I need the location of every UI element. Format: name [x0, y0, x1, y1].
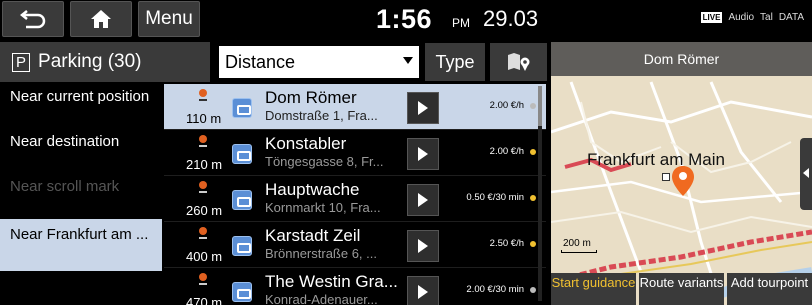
parking-garage-icon	[232, 190, 252, 210]
list-item[interactable]: 400 m Karstadt Zeil Brönnerstraße 6, ...…	[164, 222, 546, 268]
map-action-buttons: Start guidance Route variants Add tourpo…	[551, 273, 812, 305]
poi-name: The Westin Gra...	[265, 272, 398, 291]
data-icon: DATA	[778, 12, 804, 23]
parking-garage-icon	[232, 98, 252, 118]
map-pin-filter-icon	[507, 53, 529, 71]
play-arrow-button[interactable]	[407, 184, 439, 216]
back-icon	[20, 10, 46, 29]
distance-pin-icon	[199, 89, 207, 101]
sidebar-item-near-current-position[interactable]: Near current position	[0, 84, 162, 128]
parking-garage-icon	[232, 236, 252, 256]
live-icon: LIVE	[700, 12, 723, 23]
status-bar: Menu 1:56 PM 29.03 LIVE Audio Tal DATA	[0, 0, 812, 38]
price-label: 2.00 €/h	[489, 146, 524, 157]
price-label: 2.00 €/30 min	[466, 284, 524, 295]
availability-dot-icon	[530, 241, 536, 247]
distance-label: 260 m	[186, 203, 223, 218]
distance-pin-icon	[199, 227, 207, 239]
sidebar-item-near-destination[interactable]: Near destination	[0, 129, 162, 173]
poi-address: Brönnerstraße 6, ...	[265, 246, 377, 261]
home-button[interactable]	[70, 1, 132, 37]
clock-ampm: PM	[452, 16, 470, 30]
date: 29.03	[483, 6, 539, 31]
map-pin-icon	[672, 166, 694, 196]
dropdown-arrow-icon	[403, 57, 413, 64]
parking-result-list: 110 m Dom Römer Domstraße 1, Fra... 2.00…	[164, 84, 546, 305]
type-button[interactable]: Type	[425, 43, 485, 81]
sort-value: Distance	[225, 51, 296, 72]
play-arrow-button[interactable]	[407, 138, 439, 170]
price-label: 2.00 €/h	[489, 100, 524, 111]
map-scale-bar	[561, 250, 597, 253]
distance-label: 210 m	[186, 157, 223, 172]
play-arrow-button[interactable]	[407, 230, 439, 262]
start-guidance-button[interactable]: Start guidance	[551, 273, 636, 305]
availability-dot-icon	[530, 103, 536, 109]
poi-name: Konstabler	[265, 134, 347, 153]
home-icon	[91, 10, 111, 28]
city-center-icon	[662, 173, 670, 181]
map-view[interactable]: Dom Römer Frankfurt am Main 200 m	[551, 42, 812, 305]
list-scrollbar-thumb[interactable]	[538, 86, 542, 126]
menu-button[interactable]: Menu	[138, 1, 200, 37]
signal-icon: Tal	[760, 12, 773, 23]
parking-icon: P	[12, 52, 31, 72]
availability-dot-icon	[530, 149, 536, 155]
route-variants-button[interactable]: Route variants	[639, 273, 724, 305]
list-item[interactable]: 470 m The Westin Gra... Konrad-Adenauer.…	[164, 268, 546, 305]
price-label: 2.50 €/h	[489, 238, 524, 249]
list-item[interactable]: 110 m Dom Römer Domstraße 1, Fra... 2.00…	[164, 84, 546, 130]
search-area-sidebar: Near current position Near destination N…	[0, 84, 162, 305]
poi-name: Hauptwache	[265, 180, 360, 199]
audio-icon: Audio	[728, 12, 755, 23]
clock-time: 1:56	[376, 4, 433, 34]
parking-garage-icon	[232, 282, 252, 302]
page-title-label: Parking (30)	[38, 51, 142, 72]
poi-address: Domstraße 1, Fra...	[265, 108, 378, 123]
poi-name: Dom Römer	[265, 88, 357, 107]
poi-address: Töngesgasse 8, Fr...	[265, 154, 384, 169]
distance-label: 470 m	[186, 295, 223, 305]
sidebar-item-near-scroll-mark: Near scroll mark	[10, 178, 120, 195]
back-button[interactable]	[2, 1, 64, 37]
list-item[interactable]: 260 m Hauptwache Kornmarkt 10, Fra... 0.…	[164, 176, 546, 222]
distance-label: 110 m	[186, 111, 222, 126]
status-icons: LIVE Audio Tal DATA	[700, 12, 804, 23]
distance-label: 400 m	[186, 249, 223, 264]
map-filter-button[interactable]	[490, 43, 547, 81]
list-item[interactable]: 210 m Konstabler Töngesgasse 8, Fr... 2.…	[164, 130, 546, 176]
availability-dot-icon	[530, 195, 536, 201]
price-label: 0.50 €/30 min	[466, 192, 524, 203]
poi-address: Kornmarkt 10, Fra...	[265, 200, 381, 215]
map-scale-label: 200 m	[563, 238, 591, 249]
availability-dot-icon	[530, 287, 536, 293]
poi-name: Karstadt Zeil	[265, 226, 361, 245]
distance-pin-icon	[199, 181, 207, 193]
map-side-panel-button[interactable]	[800, 138, 812, 210]
add-tourpoint-button[interactable]: Add tourpoint	[727, 273, 812, 305]
poi-address: Konrad-Adenauer...	[265, 292, 378, 305]
sort-dropdown[interactable]: Distance	[219, 46, 419, 78]
sidebar-item-near-frankfurt[interactable]: Near Frankfurt am ...	[0, 219, 162, 271]
map-poi-title: Dom Römer	[551, 42, 812, 76]
play-arrow-button[interactable]	[407, 92, 439, 124]
play-arrow-button[interactable]	[407, 276, 439, 305]
parking-garage-icon	[232, 144, 252, 164]
page-title: P Parking (30)	[0, 42, 210, 82]
distance-pin-icon	[199, 135, 207, 147]
distance-pin-icon	[199, 273, 207, 285]
map-city-label: Frankfurt am Main	[587, 150, 725, 169]
